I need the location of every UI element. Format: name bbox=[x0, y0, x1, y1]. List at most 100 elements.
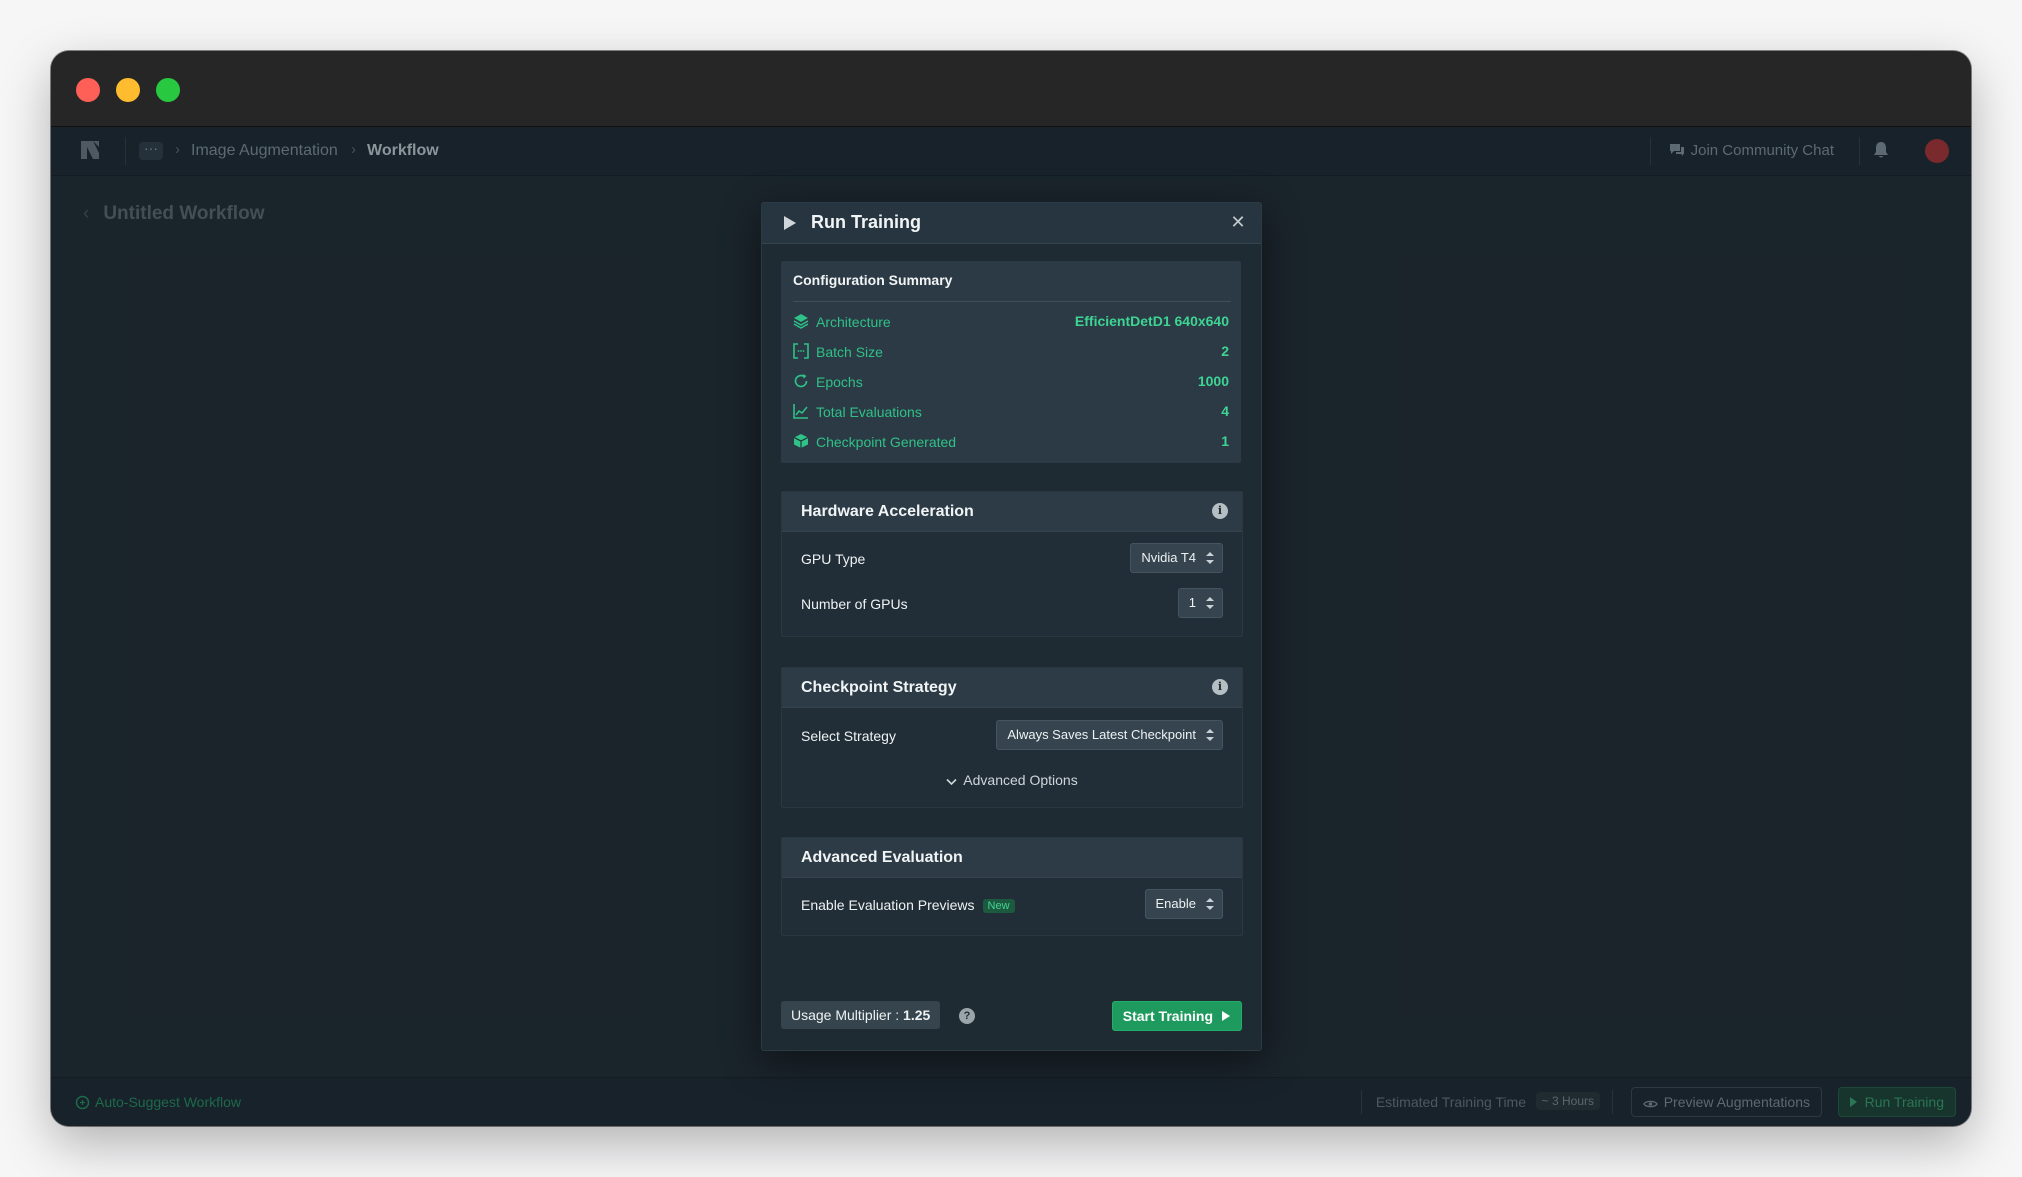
checkpoint-strategy-select[interactable]: Always Saves Latest Checkpoint bbox=[996, 720, 1223, 750]
join-community-button[interactable]: Join Community Chat bbox=[1669, 142, 1834, 159]
gpu-type-value: Nvidia T4 bbox=[1141, 550, 1196, 565]
summary-label: Total Evaluations bbox=[816, 404, 922, 420]
more-icon[interactable]: ··· bbox=[139, 141, 163, 160]
play-icon bbox=[1849, 1097, 1857, 1107]
select-arrows-icon bbox=[1206, 729, 1214, 741]
section-title: Advanced Evaluation bbox=[801, 849, 963, 866]
summary-row-batch-size: Batch Size 2 bbox=[793, 341, 1229, 363]
breadcrumb-workflow[interactable]: Workflow bbox=[367, 142, 439, 160]
select-arrows-icon bbox=[1206, 898, 1214, 910]
chevron-down-icon bbox=[946, 778, 957, 786]
preview-augmentations-label: Preview Augmentations bbox=[1663, 1094, 1810, 1110]
estimated-time-label: Estimated Training Time bbox=[1375, 1094, 1526, 1110]
brackets-icon bbox=[793, 343, 809, 359]
summary-value: 2 bbox=[1221, 343, 1229, 359]
section-header: Checkpoint Strategy i bbox=[782, 668, 1242, 708]
breadcrumb-separator-icon: › bbox=[351, 141, 356, 158]
summary-label: Architecture bbox=[816, 314, 891, 330]
usage-multiplier-label: Usage Multiplier : bbox=[791, 1007, 900, 1023]
minimize-window-button[interactable] bbox=[116, 78, 140, 102]
checkpoint-strategy-value: Always Saves Latest Checkpoint bbox=[1007, 727, 1196, 742]
hardware-acceleration-section: Hardware Acceleration i GPU Type Nvidia … bbox=[781, 491, 1243, 637]
run-training-modal: Run Training ✕ Configuration Summary Arc… bbox=[761, 202, 1262, 1051]
modal-header: Run Training ✕ bbox=[762, 203, 1261, 244]
summary-label: Batch Size bbox=[816, 344, 883, 360]
summary-row-checkpoint-generated: Checkpoint Generated 1 bbox=[793, 431, 1229, 453]
evaluation-previews-select[interactable]: Enable bbox=[1144, 889, 1223, 919]
preview-augmentations-button[interactable]: Preview Augmentations bbox=[1630, 1087, 1822, 1117]
start-training-label: Start Training bbox=[1122, 1008, 1213, 1024]
eye-icon bbox=[1642, 1100, 1658, 1108]
avatar[interactable] bbox=[1925, 139, 1949, 163]
start-training-button[interactable]: Start Training bbox=[1111, 1001, 1242, 1031]
divider bbox=[793, 301, 1231, 302]
summary-row-epochs: Epochs 1000 bbox=[793, 371, 1229, 393]
divider bbox=[1612, 1090, 1613, 1114]
divider bbox=[1361, 1090, 1362, 1114]
checkpoint-strategy-section: Checkpoint Strategy i Select Strategy Al… bbox=[781, 667, 1243, 808]
advanced-options-toggle[interactable]: Advanced Options bbox=[782, 772, 1242, 788]
number-of-gpus-label: Number of GPUs bbox=[801, 596, 908, 612]
breadcrumb-image-augmentation[interactable]: Image Augmentation bbox=[191, 142, 338, 160]
divider bbox=[1859, 137, 1860, 165]
divider bbox=[125, 137, 126, 165]
section-title: Hardware Acceleration bbox=[801, 503, 974, 520]
gpu-type-label: GPU Type bbox=[801, 551, 866, 567]
bottom-toolbar: Auto-Suggest Workflow Estimated Training… bbox=[51, 1077, 1971, 1126]
select-arrows-icon bbox=[1206, 552, 1214, 564]
auto-suggest-label: Auto-Suggest Workflow bbox=[95, 1094, 242, 1110]
summary-value: 1000 bbox=[1197, 373, 1229, 389]
app-window: ··· › Image Augmentation › Workflow Join… bbox=[51, 51, 1971, 1126]
new-badge: New bbox=[982, 899, 1015, 913]
usage-multiplier-value: 1.25 bbox=[903, 1007, 931, 1023]
chart-icon bbox=[793, 404, 808, 419]
gpu-type-select[interactable]: Nvidia T4 bbox=[1130, 543, 1223, 573]
summary-label: Epochs bbox=[816, 374, 863, 390]
estimated-time-value: ~ 3 Hours bbox=[1535, 1092, 1600, 1110]
divider bbox=[1650, 137, 1651, 165]
evaluation-previews-text: Enable Evaluation Previews bbox=[801, 897, 975, 913]
summary-label: Checkpoint Generated bbox=[816, 434, 957, 450]
summary-value: EfficientDetD1 640x640 bbox=[1074, 313, 1229, 329]
run-training-button[interactable]: Run Training bbox=[1837, 1087, 1956, 1117]
sparkle-chat-icon bbox=[75, 1095, 90, 1110]
info-icon[interactable]: i bbox=[1212, 503, 1228, 519]
modal-title: Run Training bbox=[811, 212, 921, 232]
window-titlebar bbox=[51, 51, 1971, 127]
close-window-button[interactable] bbox=[76, 78, 100, 102]
evaluation-previews-label: Enable Evaluation Previews New bbox=[801, 897, 1015, 913]
section-title: Checkpoint Strategy bbox=[801, 679, 957, 696]
number-of-gpus-select[interactable]: 1 bbox=[1177, 588, 1223, 618]
play-icon bbox=[784, 216, 796, 230]
join-community-label: Join Community Chat bbox=[1690, 142, 1834, 159]
refresh-icon bbox=[794, 374, 808, 388]
summary-title: Configuration Summary bbox=[793, 272, 953, 288]
breadcrumb-separator-icon: › bbox=[175, 141, 180, 158]
select-arrows-icon bbox=[1206, 597, 1214, 609]
help-icon[interactable]: ? bbox=[959, 1008, 975, 1024]
summary-row-architecture: Architecture EfficientDetD1 640x640 bbox=[793, 311, 1229, 333]
configuration-summary: Configuration Summary Architecture Effic… bbox=[781, 261, 1241, 463]
play-icon bbox=[1222, 1011, 1230, 1021]
maximize-window-button[interactable] bbox=[156, 78, 180, 102]
advanced-options-label: Advanced Options bbox=[963, 772, 1078, 788]
number-of-gpus-value: 1 bbox=[1188, 595, 1196, 610]
section-header: Hardware Acceleration i bbox=[782, 492, 1242, 532]
evaluation-previews-value: Enable bbox=[1155, 896, 1196, 911]
summary-row-total-evaluations: Total Evaluations 4 bbox=[793, 401, 1229, 423]
chat-icon bbox=[1669, 144, 1684, 156]
advanced-evaluation-section: Advanced Evaluation Enable Evaluation Pr… bbox=[781, 837, 1243, 936]
summary-value: 4 bbox=[1221, 403, 1229, 419]
auto-suggest-button[interactable]: Auto-Suggest Workflow bbox=[75, 1094, 241, 1110]
app-logo-icon[interactable] bbox=[79, 139, 101, 161]
usage-multiplier: Usage Multiplier : 1.25 bbox=[781, 1001, 941, 1029]
section-header: Advanced Evaluation bbox=[782, 838, 1242, 878]
info-icon[interactable]: i bbox=[1212, 679, 1228, 695]
close-icon[interactable]: ✕ bbox=[1227, 211, 1249, 233]
app-header: ··· › Image Augmentation › Workflow Join… bbox=[51, 127, 1971, 176]
bell-icon[interactable] bbox=[1873, 141, 1889, 159]
cube-icon bbox=[793, 434, 809, 448]
select-strategy-label: Select Strategy bbox=[801, 728, 896, 744]
run-training-label: Run Training bbox=[1864, 1094, 1944, 1110]
layers-icon bbox=[793, 314, 809, 329]
